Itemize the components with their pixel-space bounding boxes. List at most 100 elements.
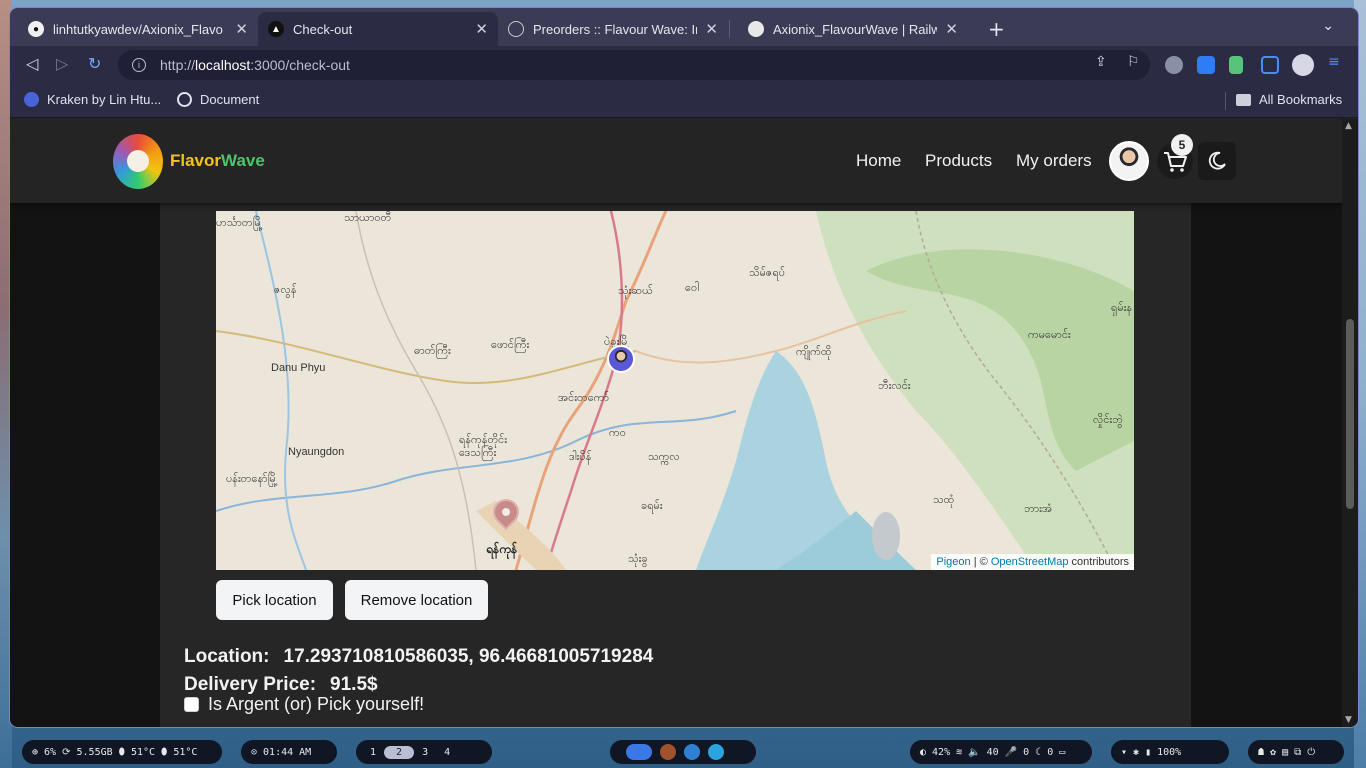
remove-location-button[interactable]: Remove location bbox=[345, 580, 488, 620]
map-label: ဓာတ်ကြီး bbox=[414, 344, 451, 357]
address-bar[interactable]: i http://localhost:3000/check-out bbox=[118, 50, 1150, 80]
bookmark-label: Kraken by Lin Htu... bbox=[47, 92, 162, 107]
all-bookmarks[interactable]: All Bookmarks bbox=[1236, 92, 1342, 107]
tab-label: linhtutkyawdev/Axionix_Flavo bbox=[53, 21, 223, 37]
workspace-3[interactable]: 3 bbox=[414, 747, 436, 758]
bookmark-document[interactable]: Document bbox=[177, 92, 259, 107]
close-icon[interactable]: ✕ bbox=[235, 20, 248, 38]
map-label: ကမမောင်း bbox=[1028, 328, 1071, 341]
map-label: ရန်ကုန်တိုင်း ဒေသကြီး bbox=[459, 433, 508, 459]
extension-glasses-icon[interactable] bbox=[1165, 56, 1183, 74]
map-label: သုံးဆယ် bbox=[618, 284, 653, 297]
railway-icon bbox=[748, 21, 764, 37]
tab-preorders[interactable]: Preorders :: Flavour Wave: Int ✕ bbox=[498, 12, 728, 46]
scroll-down-icon[interactable]: ▼ bbox=[1345, 715, 1352, 725]
pick-location-button[interactable]: Pick location bbox=[216, 580, 333, 620]
map-tiles bbox=[216, 211, 1134, 570]
extension-flask-icon[interactable] bbox=[1229, 56, 1243, 74]
workspace-4[interactable]: 4 bbox=[436, 747, 458, 758]
tab-check-out[interactable]: ▲ Check-out ✕ bbox=[258, 12, 498, 46]
all-bookmarks-label: All Bookmarks bbox=[1259, 92, 1343, 107]
map-label: သာယာဝတီ bbox=[344, 211, 392, 224]
bookmark-separator bbox=[1225, 92, 1226, 110]
urgent-checkbox[interactable] bbox=[184, 697, 199, 712]
fox-icon[interactable] bbox=[660, 744, 676, 760]
kraken-icon bbox=[24, 92, 39, 107]
profile-avatar[interactable] bbox=[1292, 54, 1314, 76]
lock-icon[interactable]: ☗ bbox=[1258, 747, 1264, 758]
settings-icon[interactable]: ✿ bbox=[1270, 747, 1276, 758]
tab-railway[interactable]: Axionix_FlavourWave | Railwa ✕ bbox=[738, 12, 968, 46]
location-label: Location: bbox=[184, 646, 270, 667]
chrome-icon[interactable] bbox=[626, 744, 652, 760]
scrollbar-thumb[interactable] bbox=[1346, 319, 1354, 509]
nav-products[interactable]: Products bbox=[925, 151, 992, 171]
nav-my-orders[interactable]: My orders bbox=[1016, 151, 1092, 171]
map-label: ကဝ bbox=[609, 426, 626, 439]
map-label: ဒါးပိန် bbox=[569, 450, 592, 463]
scroll-up-icon[interactable]: ▲ bbox=[1345, 121, 1352, 131]
bookmark-star-icon[interactable]: ⚐ bbox=[1127, 54, 1140, 70]
urgent-label: Is Argent (or) Pick yourself! bbox=[208, 694, 425, 714]
page-scrollbar[interactable]: ▲ ▼ bbox=[1342, 119, 1358, 727]
map-label: Danu Phyu bbox=[271, 362, 326, 374]
close-icon[interactable]: ✕ bbox=[475, 20, 488, 38]
desktop-taskbar: ⊕ 6% ⟳ 5.55GB ⬮ 51°C ⬮ 51°C ⊙ 01:44 AM 1… bbox=[0, 734, 1366, 768]
status-indicators[interactable]: ◐ 42% ≋ 🔈 40 🎤 0 ☾ 0 ▭ bbox=[910, 740, 1092, 764]
map-label: သက္ကလ bbox=[648, 450, 680, 463]
battery-indicator[interactable]: ▾ ✱ ▮ 100% bbox=[1111, 740, 1229, 764]
bookmarks-bar: Kraken by Lin Htu... Document All Bookma… bbox=[10, 84, 1358, 118]
theme-toggle-button[interactable] bbox=[1198, 142, 1236, 180]
location-map[interactable]: ဟင်္သာတမြို့ သာယာဝတီ ဇလွန် Danu Phyu ဓာတ… bbox=[216, 211, 1134, 570]
location-value: 17.29371081058603­5, 96.46681005719284 bbox=[283, 646, 654, 667]
logo-center bbox=[127, 150, 149, 172]
tab-separator bbox=[729, 20, 730, 38]
new-tab-icon[interactable]: + bbox=[988, 17, 1005, 41]
close-icon[interactable]: ✕ bbox=[945, 20, 958, 38]
vscode-icon[interactable] bbox=[684, 744, 700, 760]
clock[interactable]: ⊙ 01:44 AM bbox=[241, 740, 337, 764]
url-prefix: http:// bbox=[160, 57, 196, 73]
brand-name[interactable]: FlavorWave bbox=[170, 151, 265, 171]
workspace-2[interactable]: 2 bbox=[384, 745, 415, 759]
extensions-puzzle-icon[interactable] bbox=[1197, 56, 1215, 74]
side-panel-icon[interactable] bbox=[1261, 56, 1279, 74]
location-line: Location: 17.29371081058603­5, 96.4668100… bbox=[184, 646, 653, 668]
power-controls: ☗ ✿ ▤ ⧉ ⏻ bbox=[1248, 740, 1344, 764]
share-icon[interactable]: ⇪ bbox=[1095, 54, 1107, 70]
flavorwave-logo[interactable] bbox=[113, 134, 163, 189]
tab-github[interactable]: ● linhtutkyawdev/Axionix_Flavo ✕ bbox=[18, 12, 258, 46]
tab-label: Preorders :: Flavour Wave: Int bbox=[533, 21, 698, 37]
map-label: ရန်ကုန် bbox=[486, 542, 518, 556]
back-icon[interactable]: ◁ bbox=[26, 54, 38, 73]
github-icon: ● bbox=[28, 21, 44, 37]
info-icon[interactable]: i bbox=[132, 58, 146, 72]
map-label: ခရမ်း bbox=[641, 499, 663, 512]
url-host: localhost bbox=[195, 57, 251, 73]
attribution-osm-link[interactable]: OpenStreetMap bbox=[991, 556, 1069, 568]
url-path: :3000/check-out bbox=[250, 57, 350, 73]
forward-icon[interactable]: ▷ bbox=[56, 54, 68, 73]
windows-icon[interactable]: ⧉ bbox=[1294, 747, 1301, 758]
power-icon[interactable]: ⏻ bbox=[1307, 747, 1315, 758]
workspace-1[interactable]: 1 bbox=[362, 747, 384, 758]
reload-icon[interactable]: ↻ bbox=[88, 54, 101, 73]
chevron-down-icon[interactable]: ⌄ bbox=[1322, 18, 1334, 34]
user-avatar[interactable] bbox=[1109, 141, 1149, 181]
telegram-icon[interactable] bbox=[708, 744, 724, 760]
user-location-marker[interactable] bbox=[607, 345, 635, 373]
map-label: လှိုင်းဘွဲ bbox=[1093, 413, 1123, 426]
map-label: သထုံ bbox=[933, 493, 955, 506]
triangle-icon: ▲ bbox=[268, 21, 284, 37]
map-label: ဟင်္သာတမြို့ bbox=[216, 216, 263, 229]
web-page: ဟင်္သာတမြို့ သာယာဝတီ ဇလွန် Danu Phyu ဓာတ… bbox=[10, 119, 1342, 727]
globe-icon bbox=[508, 21, 524, 37]
notes-icon[interactable]: ▤ bbox=[1282, 747, 1288, 758]
map-label: ဇလွန် bbox=[274, 283, 297, 296]
cart-count-badge: 5 bbox=[1171, 134, 1193, 156]
menu-icon[interactable]: ≡ bbox=[1328, 54, 1340, 70]
nav-home[interactable]: Home bbox=[856, 151, 901, 171]
attribution-pigeon-link[interactable]: Pigeon bbox=[936, 556, 970, 568]
close-icon[interactable]: ✕ bbox=[705, 20, 718, 38]
bookmark-kraken[interactable]: Kraken by Lin Htu... bbox=[24, 92, 161, 107]
